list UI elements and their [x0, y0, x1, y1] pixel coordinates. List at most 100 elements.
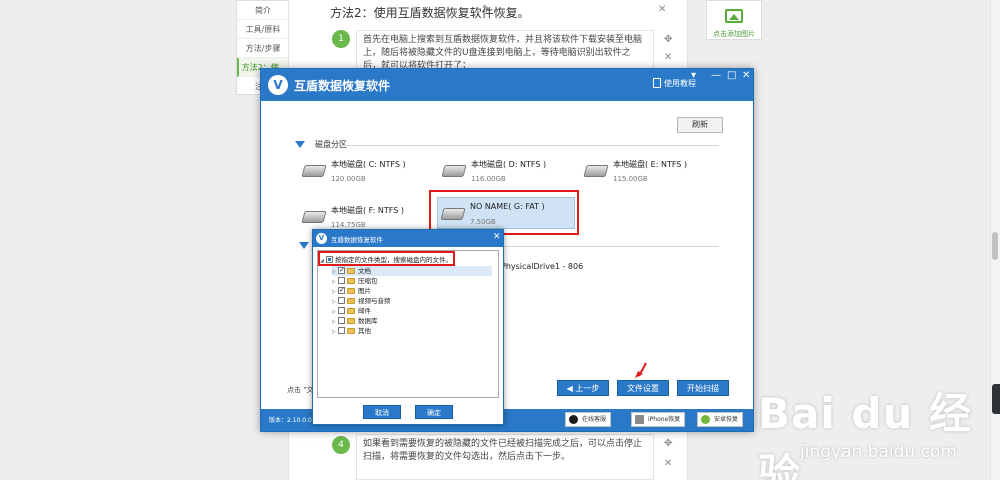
- dialog-titlebar[interactable]: V 互盾数据恢复软件 ✕: [313, 230, 503, 247]
- item-checkbox[interactable]: [338, 307, 345, 314]
- nav-item-intro[interactable]: 简介: [237, 1, 289, 20]
- tree-item-label: 邮件: [358, 307, 371, 315]
- tree-item-database[interactable]: ▷ 数据库: [332, 316, 378, 326]
- delete-step-icon[interactable]: ✕: [664, 52, 672, 63]
- ok-button[interactable]: 确定: [415, 405, 453, 419]
- method-title: 方法2：使用互盾数据恢复软件恢复。: [330, 6, 530, 20]
- online-support-button[interactable]: 在线客服: [565, 412, 612, 427]
- item-checkbox[interactable]: [338, 265, 345, 275]
- disk-name: 本地磁盘( C: NTFS ): [331, 160, 406, 169]
- red-pointer-arrow-icon: [635, 362, 647, 378]
- step-number-1: 1: [332, 30, 350, 48]
- qq-icon: [569, 415, 578, 424]
- item-checkbox[interactable]: [338, 277, 345, 284]
- step-number-4: 4: [332, 436, 350, 454]
- app-title: 互盾数据恢复软件: [294, 79, 391, 93]
- hint-text: 点击 "文: [287, 386, 314, 394]
- file-settings-dialog: V 互盾数据恢复软件 ✕ ◢按指定的文件类型，搜索磁盘内的文件。 ▷文档 ▷压缩…: [312, 229, 504, 425]
- android-recovery-label: 安卓恢复: [714, 416, 739, 423]
- hard-disk-icon: [301, 165, 327, 177]
- app-logo-icon: V: [268, 75, 288, 95]
- highlight-frame: [318, 251, 455, 266]
- app-logo-icon: V: [316, 233, 327, 244]
- prev-step-button[interactable]: ◀ 上一步: [557, 380, 609, 396]
- tree-item-label: 压缩包: [358, 277, 378, 285]
- section-divider: [341, 145, 719, 146]
- disk-item-c[interactable]: 本地磁盘( C: NTFS ) 120.00GB: [299, 155, 439, 191]
- disk-name: 本地磁盘( E: NTFS ): [613, 160, 688, 169]
- folder-icon: [347, 328, 355, 334]
- disk-size: 120.00GB: [331, 175, 366, 183]
- step-1-text[interactable]: 首先在电脑上搜索到互盾数据恢复软件，并且将该软件下载安装至电脑上，随后将被隐藏文…: [356, 30, 654, 71]
- folder-icon: [347, 298, 355, 304]
- item-checkbox[interactable]: [338, 297, 345, 304]
- disk-item-d[interactable]: 本地磁盘( D: NTFS ) 116.00GB: [439, 155, 579, 191]
- tree-item-label: 数据库: [358, 317, 378, 325]
- hard-disk-icon: [441, 165, 467, 177]
- folder-icon: [347, 288, 355, 294]
- add-image-panel[interactable]: 点击添加图片: [706, 0, 762, 40]
- tree-item-label: 其他: [358, 327, 371, 335]
- tree-item-label: 视频与音频: [358, 297, 391, 305]
- minimize-icon[interactable]: —: [711, 70, 721, 81]
- section-divider: [503, 246, 719, 247]
- close-icon[interactable]: ✕: [742, 70, 750, 81]
- tree-item-other[interactable]: ▷ 其他: [332, 326, 371, 336]
- disk-size: 114.75GB: [331, 221, 366, 229]
- file-type-tree[interactable]: ◢按指定的文件类型，搜索磁盘内的文件。 ▷文档 ▷压缩包 ▷图片 ▷视频与音频 …: [317, 250, 499, 398]
- book-icon: [653, 78, 661, 88]
- baidu-watermark: Bai du 经验: [758, 389, 972, 480]
- folder-icon: [347, 268, 355, 274]
- tree-item-images[interactable]: ▷图片: [332, 285, 371, 296]
- iphone-recovery-label: iPhone恢复: [648, 416, 681, 423]
- start-scan-button[interactable]: 开始扫描: [677, 380, 729, 396]
- nav-item-tools[interactable]: 工具/原料: [237, 20, 289, 39]
- disk-size: 115.00GB: [613, 175, 648, 183]
- add-image-label: 点击添加图片: [713, 30, 755, 38]
- nav-item-steps[interactable]: 方法/步骤: [237, 39, 289, 58]
- app-titlebar[interactable]: V 互盾数据恢复软件 ▾ — □ ✕ 使用教程: [261, 69, 753, 101]
- tree-item-media[interactable]: ▷ 视频与音频: [332, 296, 391, 306]
- maximize-icon[interactable]: □: [727, 70, 736, 81]
- prev-label: 上一步: [575, 384, 600, 393]
- delete-step-icon[interactable]: ✕: [664, 458, 672, 469]
- item-checkbox[interactable]: [338, 327, 345, 334]
- iphone-recovery-button[interactable]: iPhone恢复: [631, 412, 686, 427]
- folder-icon: [347, 308, 355, 314]
- dialog-title: 互盾数据恢复软件: [331, 236, 383, 244]
- cancel-button[interactable]: 取消: [363, 405, 401, 419]
- step-4-text[interactable]: 如果看到需要恢复的被隐藏的文件已经被扫描完成之后，可以点击停止扫描，将需要恢复的…: [356, 434, 654, 480]
- edit-pencil-icon[interactable]: ✎: [482, 4, 490, 15]
- tutorial-label: 使用教程: [664, 79, 696, 88]
- physical-disk-label[interactable]: PhysicalDrive1 - 806: [501, 262, 583, 271]
- folder-icon: [347, 278, 355, 284]
- file-settings-button[interactable]: 文件设置: [617, 380, 669, 396]
- tutorial-link[interactable]: 使用教程: [653, 78, 696, 89]
- scrollbar-thumb[interactable]: [992, 232, 998, 260]
- disk-name: 本地磁盘( F: NTFS ): [331, 206, 404, 215]
- android-recovery-button[interactable]: 安卓恢复: [697, 412, 744, 427]
- item-checkbox[interactable]: [338, 285, 345, 295]
- refresh-button[interactable]: 刷新: [677, 117, 723, 133]
- tree-item-label: 文档: [358, 267, 371, 275]
- folder-icon: [347, 318, 355, 324]
- collapse-arrow-icon[interactable]: [295, 141, 305, 148]
- online-support-label: 在线客服: [582, 416, 607, 423]
- picture-icon: [725, 9, 743, 23]
- disk-name: 本地磁盘( D: NTFS ): [471, 160, 547, 169]
- dialog-close-icon[interactable]: ✕: [493, 232, 501, 242]
- hard-disk-icon: [583, 165, 609, 177]
- move-handle-icon[interactable]: ✥: [664, 34, 672, 45]
- item-checkbox[interactable]: [338, 317, 345, 324]
- move-handle-icon[interactable]: ✥: [664, 438, 672, 449]
- disk-size: 116.00GB: [471, 175, 506, 183]
- tree-item-label: 图片: [358, 287, 371, 295]
- disk-item-e[interactable]: 本地磁盘( E: NTFS ) 115.00GB: [581, 155, 721, 191]
- tree-item-documents[interactable]: ▷文档: [332, 265, 492, 276]
- collapse-arrow-icon[interactable]: [299, 242, 309, 249]
- phone-icon: [635, 415, 644, 424]
- android-icon: [701, 415, 710, 424]
- tree-item-mail[interactable]: ▷ 邮件: [332, 306, 371, 316]
- hard-disk-icon: [301, 211, 327, 223]
- delete-icon[interactable]: ✕: [658, 4, 666, 15]
